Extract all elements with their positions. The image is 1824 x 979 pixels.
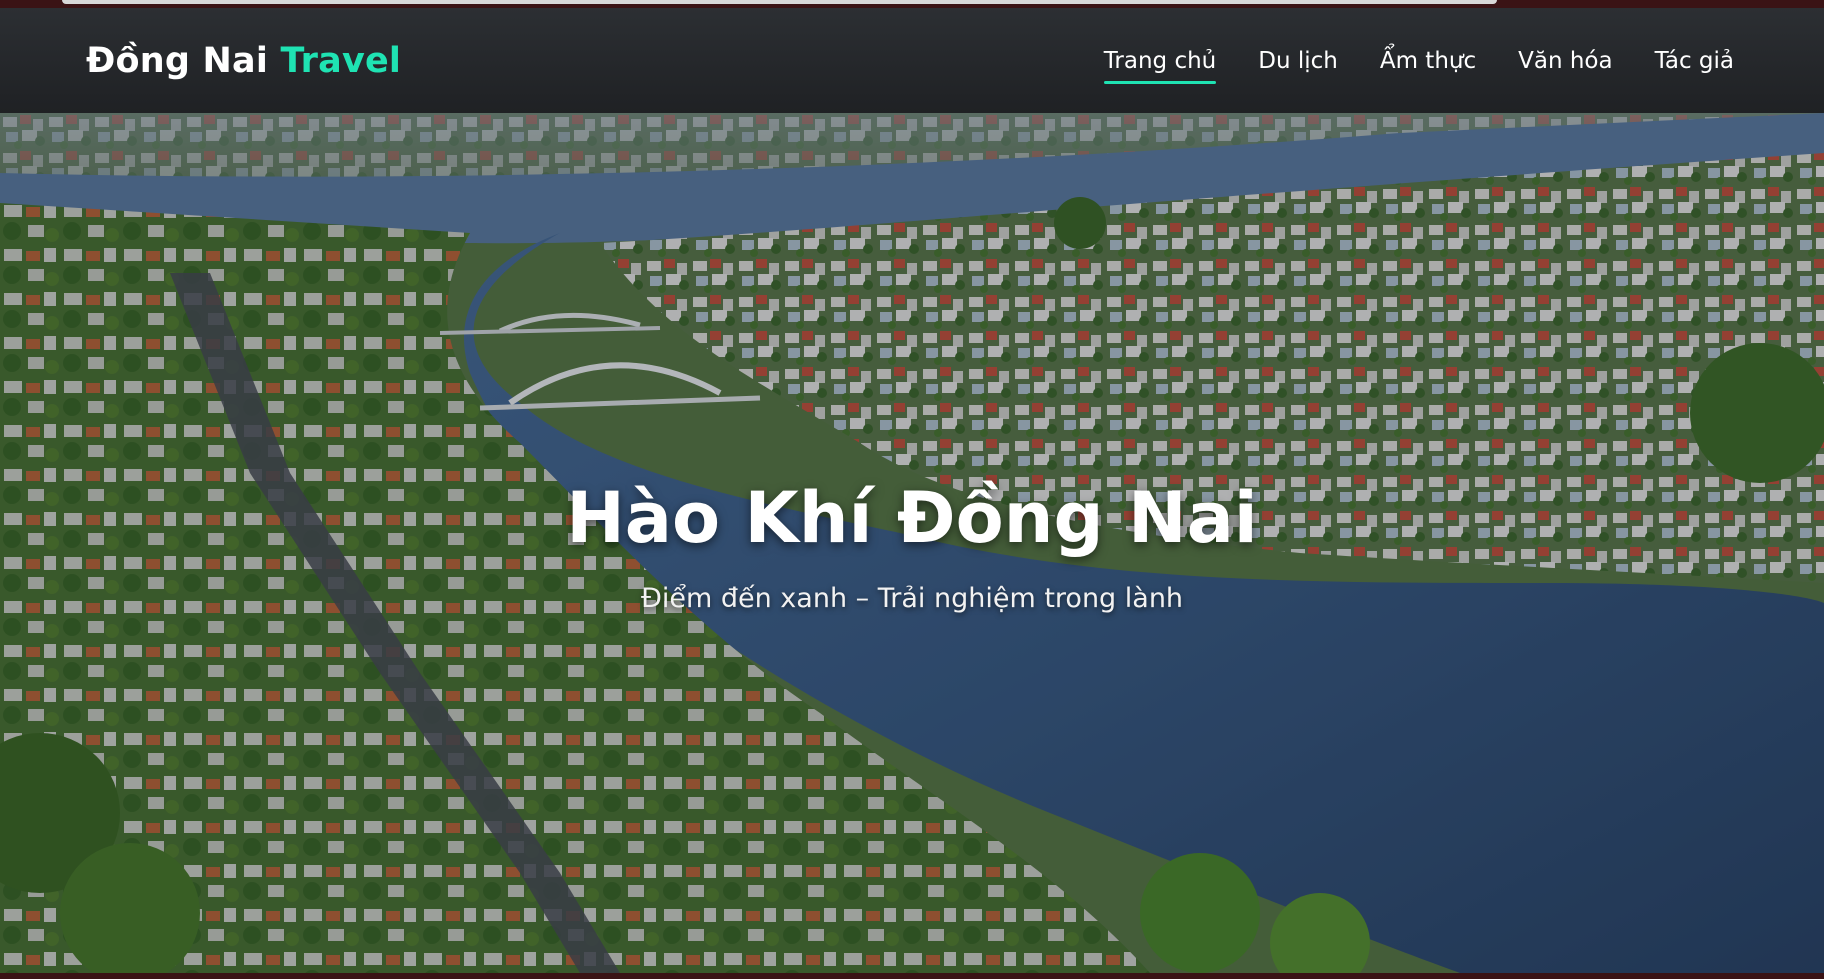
page: Đồng Nai Travel Trang chủ Du lịch Ẩm thự… <box>0 0 1824 979</box>
navbar: Đồng Nai Travel Trang chủ Du lịch Ẩm thự… <box>0 8 1824 113</box>
brand-logo[interactable]: Đồng Nai Travel <box>86 41 401 81</box>
nav-item-trang-chu[interactable]: Trang chủ <box>1103 42 1216 84</box>
nav-item-am-thuc[interactable]: Ẩm thực <box>1380 42 1476 80</box>
brand-name: Đồng Nai <box>86 40 269 81</box>
horizontal-scrollbar[interactable] <box>62 0 1497 4</box>
nav-item-van-hoa[interactable]: Văn hóa <box>1518 42 1612 80</box>
browser-top-strip <box>0 0 1824 8</box>
hero-banner: Hào Khí Đồng Nai Điểm đến xanh – Trải ng… <box>0 113 1824 973</box>
main-nav: Trang chủ Du lịch Ẩm thực Văn hóa Tác gi… <box>1103 8 1734 113</box>
nav-item-du-lich[interactable]: Du lịch <box>1258 42 1338 80</box>
hero-subtitle: Điểm đến xanh – Trải nghiệm trong lành <box>640 583 1184 614</box>
nav-item-tac-gia[interactable]: Tác giả <box>1655 42 1734 80</box>
brand-accent: Travel <box>280 40 402 81</box>
browser-bottom-strip <box>0 973 1824 979</box>
hero-title: Hào Khí Đồng Nai <box>566 477 1258 559</box>
